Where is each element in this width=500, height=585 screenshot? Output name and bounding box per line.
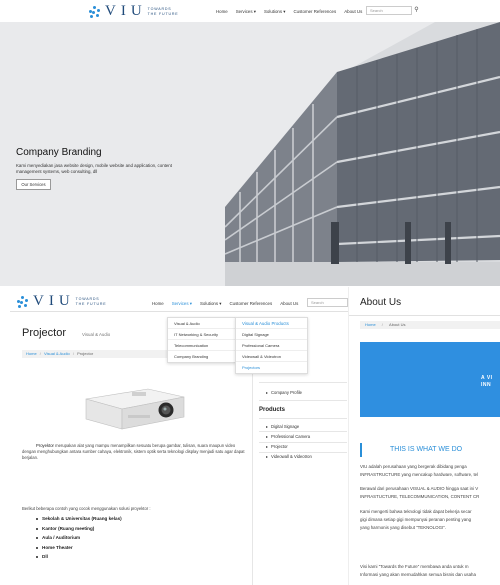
brand-logo[interactable]: VIU TOWARDS THE FUTURE (88, 3, 178, 20)
projector-lead: Proyektor (36, 443, 54, 448)
brand-name: VIU (33, 293, 75, 309)
divider (259, 431, 347, 432)
sidebar-item-professional-camera[interactable]: Professional Camera (266, 434, 310, 439)
logo-dots-icon (88, 5, 102, 19)
search-input[interactable]: Search (307, 298, 348, 307)
divider (259, 452, 347, 453)
divider (259, 418, 347, 419)
breadcrumb-sep: / (72, 351, 75, 356)
menu-item-telecommunication[interactable]: Telecommunication (168, 340, 235, 351)
sidebar-item-videowall[interactable]: Videowall & Videotron (266, 454, 312, 459)
sidebar-item-company-profile[interactable]: Company Profile (266, 390, 302, 395)
page-title: About Us (360, 297, 402, 308)
breadcrumb-current: About Us (389, 322, 406, 327)
logo-dots-icon (16, 295, 30, 309)
submenu-header[interactable]: Visual & Audio Products (236, 318, 307, 329)
nav-services[interactable]: Services ▾ (172, 301, 192, 307)
menu-item-professional-camera[interactable]: Professional Camera (236, 340, 307, 351)
nav-home[interactable]: Home (152, 301, 164, 307)
search-icon[interactable]: ⚲ (412, 6, 421, 15)
hero-slider: Company Branding Kami menyediakan jasa w… (0, 22, 500, 286)
about-paragraph: Berawal dari perusahaan VISUAL & AUDIO h… (360, 486, 480, 499)
brand-tagline: TOWARDS THE FUTURE (147, 7, 179, 16)
hero-title: Company Branding (16, 147, 102, 158)
nav-solutions[interactable]: Solutions ▾ (264, 9, 286, 15)
menu-item-it-networking[interactable]: IT Networking & Security (168, 329, 235, 340)
list-item: Dll (36, 554, 122, 564)
breadcrumb-home[interactable]: Home (365, 322, 376, 327)
list-item: Aula / Auditorium (36, 535, 122, 545)
nav-home[interactable]: Home (216, 9, 228, 15)
our-services-button[interactable]: Our Services (16, 179, 51, 190)
breadcrumb: Home / About Us (360, 321, 500, 329)
visual-audio-submenu: Visual & Audio Products Digital Signage … (235, 317, 308, 374)
nav-about-us[interactable]: About Us (344, 9, 362, 15)
divider (259, 382, 347, 383)
menu-item-company-branding[interactable]: Company Branding (168, 351, 235, 362)
list-item: Sekolah & Universitas (Ruang kelas) (36, 516, 122, 526)
menu-item-videowall[interactable]: Videowall & Videotron (236, 351, 307, 362)
list-item: Kantor (Ruang meeting) (36, 526, 122, 536)
breadcrumb-sep: / (39, 351, 41, 356)
main-menu: Home Services ▾ Solutions ▾ Customer Ref… (216, 9, 370, 15)
divider (10, 311, 348, 312)
hero-description: Kami menyediakan jasa website design, mo… (16, 163, 172, 174)
nav-customer-references[interactable]: Customer References (293, 9, 336, 15)
services-dropdown: Visual & Audio IT Networking & Security … (167, 317, 236, 363)
menu-item-visual-audio[interactable]: Visual & Audio (168, 318, 235, 329)
projector-description: Proyektor merupakan alat yang mampu mena… (22, 443, 250, 461)
about-paragraph: Visi kami “Towards the Future” membawa a… (360, 564, 476, 577)
nav-customer-references[interactable]: Customer References (229, 301, 272, 307)
projector-page: VIU TOWARDS THE FUTURE Home Services ▾ So… (0, 287, 348, 585)
breadcrumb-home[interactable]: Home (26, 351, 37, 356)
section-title: THIS IS WHAT WE DO (360, 443, 500, 457)
divider (259, 442, 347, 443)
list-item: Home Theater (36, 545, 122, 555)
menu-item-digital-signage[interactable]: Digital Signage (236, 329, 307, 340)
list-intro: Berikut beberapa contoh yang cocok mengg… (22, 506, 151, 511)
top-navbar: VIU TOWARDS THE FUTURE Home Services ▾ So… (0, 0, 500, 22)
breadcrumb-current: Projector (77, 351, 94, 356)
projector-paragraph: merupakan alat yang mampu menampilkan se… (22, 443, 245, 460)
brand-logo[interactable]: VIU TOWARDS THE FUTURE (16, 293, 106, 310)
brand-tagline: TOWARDS THE FUTURE (75, 297, 107, 306)
divider (349, 315, 500, 316)
breadcrumb-visual-audio[interactable]: Visual & Audio (44, 351, 70, 356)
usage-list: Sekolah & Universitas (Ruang kelas) Kant… (36, 516, 122, 564)
nav-about-us[interactable]: About Us (280, 301, 298, 307)
about-banner (360, 342, 500, 417)
building-image (225, 22, 500, 286)
menu-item-projectors[interactable]: Projectors (236, 362, 307, 373)
about-paragraph: VIU adalah perusahaan yang bergerak dibi… (360, 464, 479, 477)
page-subtitle: Visual & Audio (82, 332, 111, 337)
banner-text: A VI INN (481, 375, 493, 388)
search-input[interactable]: Search (366, 6, 412, 15)
about-paragraph: Kami mengerti bahwa teknologi tidak dapa… (360, 509, 472, 530)
divider (259, 400, 347, 401)
page-title: Projector (22, 327, 67, 339)
nav-services[interactable]: Services ▾ (236, 9, 256, 15)
products-heading: Products (259, 407, 286, 413)
brand-name: VIU (105, 3, 147, 19)
projector-image (85, 388, 185, 430)
sidebar-item-digital-signage[interactable]: Digital Signage (266, 424, 299, 429)
main-menu: Home Services ▾ Solutions ▾ Customer Ref… (152, 301, 306, 307)
about-page: About Us Home / About Us A VI INN THIS IS… (348, 287, 500, 585)
nav-solutions[interactable]: Solutions ▾ (200, 301, 222, 307)
sidebar-item-projector[interactable]: Projector (266, 444, 288, 449)
